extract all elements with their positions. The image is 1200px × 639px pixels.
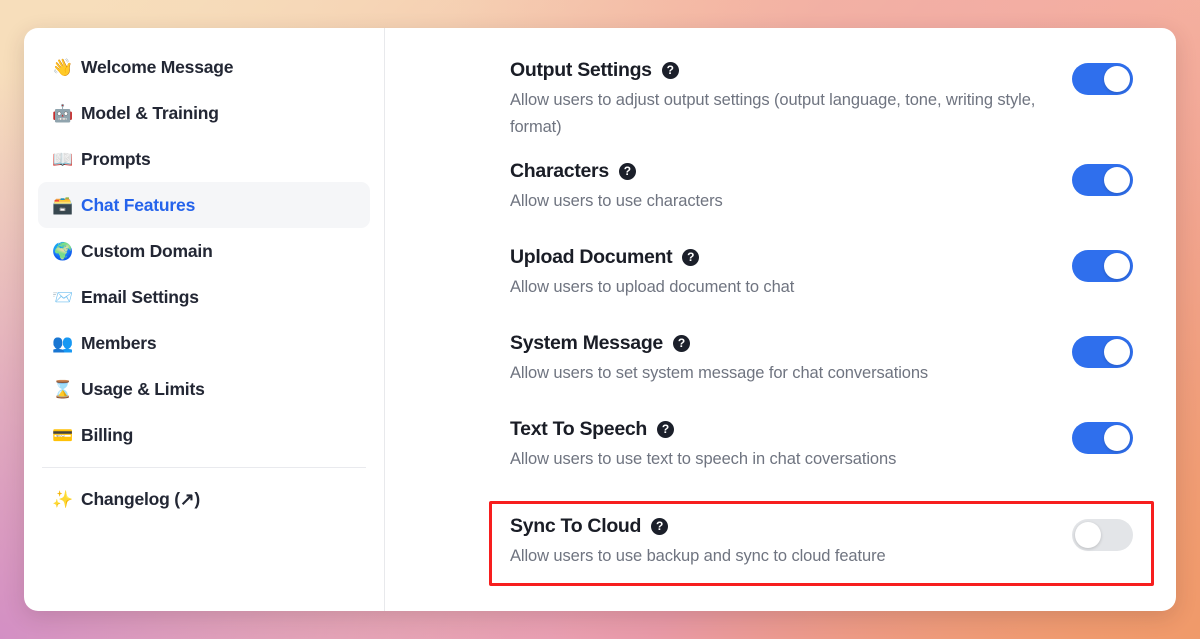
toggle-text-to-speech[interactable] (1072, 422, 1133, 455)
sidebar-item-welcome-message[interactable]: 👋 Welcome Message (38, 44, 370, 90)
sidebar-nav-list: 👋 Welcome Message 🤖 Model & Training 📖 Prompt… (38, 44, 370, 458)
hourglass-emoji: ⌛ (52, 379, 74, 399)
credit-card-emoji: 💳 (52, 425, 74, 445)
feature-text-characters: Characters? Allow users to use characters (510, 160, 723, 215)
feature-title-line: Sync To Cloud? (510, 515, 886, 538)
feature-text-system-message: System Message? Allow users to set system… (510, 332, 928, 387)
chat-features-panel: Output Settings? Allow users to adjust ou… (385, 28, 1176, 611)
feature-title: Output Settings (510, 59, 652, 81)
sidebar-item-model-training[interactable]: 🤖 Model & Training (38, 90, 370, 136)
toggle-knob (1075, 522, 1101, 549)
feature-row-upload-document: Upload Document? Allow users to upload do… (489, 243, 1154, 315)
help-icon[interactable]: ? (661, 62, 679, 79)
feature-row-characters: Characters? Allow users to use characters (489, 157, 1154, 229)
feature-row-text-to-speech: Text To Speech? Allow users to use text t… (489, 415, 1154, 487)
sidebar-item-custom-domain[interactable]: 🌍 Custom Domain (38, 228, 370, 274)
sparkles-emoji: ✨ (52, 489, 74, 509)
sidebar-item-label: Changelog (↗) (81, 488, 200, 509)
toggle-system-message[interactable] (1072, 336, 1133, 369)
toggle-knob (1104, 253, 1130, 280)
sidebar-item-label: Chat Features (81, 194, 196, 215)
toggle-knob (1104, 167, 1130, 194)
sidebar-item-label: Billing (81, 424, 134, 445)
sidebar-item-label: Welcome Message (81, 56, 234, 77)
sidebar-item-label: Email Settings (81, 286, 199, 307)
feature-title: Upload Document (510, 246, 673, 269)
help-icon[interactable]: ? (618, 163, 636, 181)
busts-in-silhouette-emoji: 👥 (52, 333, 74, 353)
feature-text-sync-to-cloud: Sync To Cloud? Allow users to use backup … (510, 515, 886, 570)
feature-text-output-settings: Output Settings? Allow users to adjust ou… (510, 59, 1048, 140)
feature-row-system-message: System Message? Allow users to set system… (489, 329, 1154, 401)
feature-row-output-settings: Output Settings? Allow users to adjust ou… (489, 56, 1154, 143)
feature-title-line: Characters? (510, 160, 723, 183)
feature-title: Characters (510, 160, 609, 183)
toggle-knob (1104, 66, 1130, 92)
toggle-upload-document[interactable] (1072, 250, 1133, 283)
sidebar-item-label: Usage & Limits (81, 378, 205, 399)
robot-emoji: 🤖 (52, 103, 74, 123)
feature-title-line: Upload Document? (510, 246, 794, 269)
open-book-emoji: 📖 (52, 149, 74, 169)
feature-text-text-to-speech: Text To Speech? Allow users to use text t… (510, 418, 896, 473)
feature-title-line: Output Settings? (510, 59, 1048, 82)
sidebar-item-label: Prompts (81, 148, 151, 169)
toggle-sync-to-cloud[interactable] (1072, 519, 1133, 552)
card-file-box-emoji: 🗃️ (52, 195, 74, 215)
sidebar-item-members[interactable]: 👥 Members (38, 320, 370, 366)
sidebar-item-prompts[interactable]: 📖 Prompts (38, 136, 370, 182)
feature-title: Sync To Cloud (510, 515, 642, 538)
feature-description: Allow users to use characters (510, 192, 723, 211)
toggle-characters[interactable] (1072, 164, 1133, 197)
feature-description: Allow users to use text to speech in cha… (510, 450, 897, 469)
feature-title: System Message (510, 332, 663, 355)
toggle-knob (1104, 339, 1130, 366)
toggle-output-settings[interactable] (1072, 63, 1133, 95)
sidebar-item-billing[interactable]: 💳 Billing (38, 412, 370, 458)
sidebar-divider (42, 467, 366, 468)
sidebar-footer-list: ✨ Changelog (↗) (38, 476, 370, 522)
feature-description: Allow users to upload document to chat (510, 278, 795, 297)
globe-emoji: 🌍 (52, 241, 74, 261)
sidebar-item-label: Custom Domain (81, 240, 213, 261)
sidebar-item-usage-limits[interactable]: ⌛ Usage & Limits (38, 366, 370, 412)
feature-description: Allow users to adjust output settings (o… (510, 91, 1036, 136)
feature-text-upload-document: Upload Document? Allow users to upload do… (510, 246, 794, 301)
waving-hand-emoji: 👋 (52, 57, 74, 77)
sidebar-item-email-settings[interactable]: 📨 Email Settings (38, 274, 370, 320)
feature-description: Allow users to set system message for ch… (510, 364, 929, 383)
sidebar-item-chat-features[interactable]: 🗃️ Chat Features (38, 182, 370, 228)
sidebar-item-label: Members (81, 332, 157, 353)
sidebar-item-changelog[interactable]: ✨ Changelog (↗) (38, 476, 370, 522)
incoming-envelope-emoji: 📨 (52, 287, 74, 307)
feature-list: Output Settings? Allow users to adjust ou… (489, 56, 1154, 587)
sidebar-item-label: Model & Training (81, 102, 219, 123)
feature-title-line: Text To Speech? (510, 418, 896, 441)
settings-card: 👋 Welcome Message 🤖 Model & Training 📖 Prompt… (24, 28, 1176, 611)
help-icon[interactable]: ? (651, 518, 669, 536)
feature-title: Text To Speech (510, 418, 648, 441)
help-icon[interactable]: ? (672, 335, 690, 353)
feature-description: Allow users to use backup and sync to cl… (510, 547, 886, 566)
help-icon[interactable]: ? (657, 421, 675, 439)
feature-title-line: System Message? (510, 332, 928, 355)
sidebar: 👋 Welcome Message 🤖 Model & Training 📖 Prompt… (24, 28, 385, 611)
feature-row-sync-to-cloud: Sync To Cloud? Allow users to use backup … (489, 501, 1154, 587)
help-icon[interactable]: ? (682, 249, 700, 267)
toggle-knob (1104, 425, 1130, 452)
